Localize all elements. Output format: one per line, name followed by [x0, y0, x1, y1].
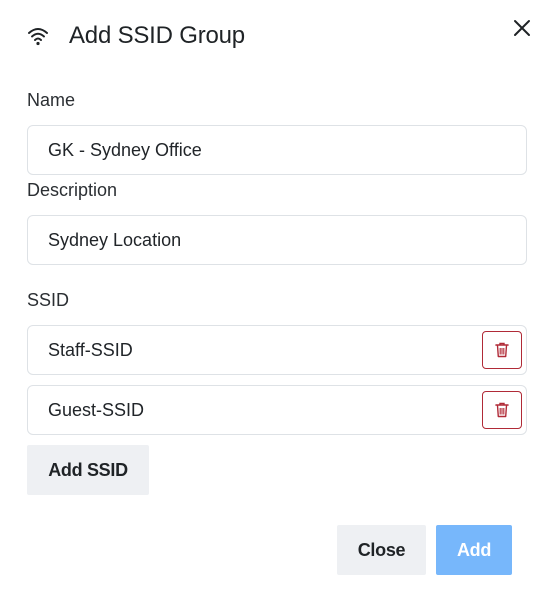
- ssid-input[interactable]: [28, 326, 468, 374]
- close-button[interactable]: Close: [337, 525, 426, 575]
- add-button[interactable]: Add: [436, 525, 512, 575]
- ssid-input[interactable]: [28, 386, 468, 434]
- dialog-title: Add SSID Group: [69, 22, 245, 49]
- close-icon[interactable]: [512, 18, 532, 38]
- description-input[interactable]: [27, 215, 527, 265]
- trash-icon: [495, 402, 509, 418]
- ssid-row: [27, 325, 527, 375]
- name-label: Name: [27, 90, 76, 110]
- wifi-icon: [27, 25, 49, 47]
- add-ssid-button[interactable]: Add SSID: [27, 445, 149, 495]
- delete-ssid-button[interactable]: [482, 331, 522, 369]
- description-label: Description: [27, 180, 118, 200]
- add-ssid-group-dialog: Add SSID Group Name Description SSID: [0, 0, 554, 593]
- dialog-header: Add SSID Group: [27, 18, 245, 54]
- ssid-label: SSID: [27, 290, 70, 310]
- trash-icon: [495, 342, 509, 358]
- ssid-row: [27, 385, 527, 435]
- name-input[interactable]: [27, 125, 527, 175]
- delete-ssid-button[interactable]: [482, 391, 522, 429]
